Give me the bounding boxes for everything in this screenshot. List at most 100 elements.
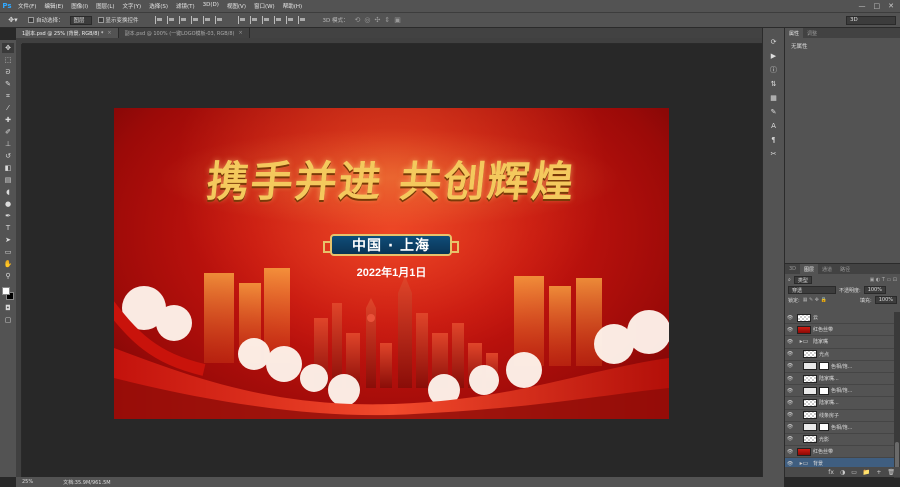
new-group-icon[interactable]: 📁: [863, 469, 870, 476]
gradient-tool-icon[interactable]: ▤: [2, 175, 14, 185]
delete-layer-icon[interactable]: 🗑: [887, 469, 895, 476]
layer-thumbnail[interactable]: [803, 350, 817, 359]
auto-select-option[interactable]: 自动选择：: [28, 16, 64, 24]
menu-item[interactable]: 帮助(H): [279, 2, 306, 10]
menu-item[interactable]: 窗口(W): [250, 2, 279, 10]
distribute-vcenter-icon[interactable]: [249, 16, 259, 24]
screen-mode-icon[interactable]: ▢: [2, 315, 14, 325]
document-canvas[interactable]: 携手并进 共创辉煌 中国 · 上海 2022年1月1日: [114, 108, 669, 419]
quick-mask-icon[interactable]: ◘: [2, 303, 14, 313]
menu-item[interactable]: 选择(S): [145, 2, 172, 10]
3d-scale-icon[interactable]: ▣: [394, 16, 401, 24]
lock-icons[interactable]: ▦ ✎ ✥ 🔒: [803, 297, 827, 303]
distribute-hcenter-icon[interactable]: [285, 16, 295, 24]
actions-panel-icon[interactable]: ▶: [769, 52, 779, 60]
quick-select-tool-icon[interactable]: ✎: [2, 79, 14, 89]
layer-thumbnail[interactable]: [803, 435, 817, 444]
3d-rotate-icon[interactable]: ⟲: [355, 16, 361, 24]
info-panel-icon[interactable]: ⓘ: [769, 66, 779, 74]
3d-slide-icon[interactable]: ⇕: [384, 16, 390, 24]
add-mask-icon[interactable]: ▭: [851, 469, 857, 476]
layers-scrollbar[interactable]: [894, 312, 900, 478]
move-tool-preset-icon[interactable]: ✥▾: [4, 15, 22, 25]
document-tab[interactable]: 1副本.psd @ 25% (背景, RGB/8) * ×: [16, 28, 119, 38]
align-hcenter-icon[interactable]: [202, 16, 212, 24]
visibility-eye-icon[interactable]: 👁: [785, 412, 795, 418]
layer-row[interactable]: 👁 云: [785, 312, 895, 325]
3d-pan-icon[interactable]: ✣: [375, 16, 381, 24]
shape-tool-icon[interactable]: ▭: [2, 247, 14, 257]
add-style-icon[interactable]: ◑: [840, 469, 845, 476]
visibility-eye-icon[interactable]: 👁: [785, 315, 795, 321]
color-swatches[interactable]: [2, 287, 14, 301]
dodge-tool-icon[interactable]: ●: [2, 199, 14, 209]
align-right-icon[interactable]: [214, 16, 224, 24]
canvas-area[interactable]: 携手并进 共创辉煌 中国 · 上海 2022年1月1日: [22, 44, 762, 477]
workspace-dropdown[interactable]: 3D: [846, 15, 896, 25]
marquee-tool-icon[interactable]: ⬚: [2, 55, 14, 65]
3d-roll-icon[interactable]: ◎: [364, 16, 370, 24]
brush-panel-icon[interactable]: ✎: [769, 108, 779, 116]
menu-item[interactable]: 文件(F): [14, 2, 40, 10]
tab-adjustments[interactable]: 调整: [803, 28, 821, 38]
visibility-eye-icon[interactable]: 👁: [785, 400, 795, 406]
maximize-button[interactable]: □: [874, 2, 881, 10]
opacity-input[interactable]: 100%: [863, 286, 886, 294]
auto-select-checkbox[interactable]: [28, 17, 34, 23]
visibility-eye-icon[interactable]: 👁: [785, 388, 795, 394]
close-tab-icon[interactable]: ×: [107, 30, 111, 36]
layer-mask-thumbnail[interactable]: [819, 386, 829, 395]
history-panel-icon[interactable]: ⟳: [769, 38, 779, 46]
layer-thumbnail[interactable]: [803, 411, 817, 420]
layer-filter-dropdown[interactable]: 类型: [793, 276, 812, 284]
layer-thumbnail[interactable]: [797, 447, 811, 456]
move-tool-icon[interactable]: ✥: [2, 43, 14, 53]
path-select-tool-icon[interactable]: ➤: [2, 235, 14, 245]
stamp-tool-icon[interactable]: ⊥: [2, 139, 14, 149]
layer-row[interactable]: 👁 光点: [785, 349, 895, 361]
crop-tool-icon[interactable]: ⌗: [2, 91, 14, 101]
layer-thumbnail[interactable]: [797, 313, 811, 322]
pen-tool-icon[interactable]: ✒: [2, 211, 14, 221]
visibility-eye-icon[interactable]: 👁: [785, 351, 795, 357]
layer-mask-thumbnail[interactable]: [819, 362, 829, 371]
align-bottom-icon[interactable]: [178, 16, 188, 24]
paragraph-panel-icon[interactable]: ¶: [769, 136, 779, 144]
foreground-color[interactable]: [2, 287, 10, 295]
zoom-tool-icon[interactable]: ⚲: [2, 271, 14, 281]
layer-row[interactable]: 👁 色相/饱...: [785, 385, 895, 398]
visibility-eye-icon[interactable]: 👁: [785, 327, 795, 333]
filter-type-icons[interactable]: ▣ ◐ T ▭ ⊡: [870, 277, 897, 283]
layer-row[interactable]: 👁 ▸▭ 陆家嘴: [785, 336, 895, 349]
tab-3d[interactable]: 3D: [785, 264, 800, 274]
menu-item[interactable]: 视图(V): [223, 2, 250, 10]
tab-paths[interactable]: 路径: [836, 264, 854, 274]
menu-item[interactable]: 文字(Y): [119, 2, 146, 10]
eyedropper-tool-icon[interactable]: ⁄: [2, 103, 14, 113]
menu-item[interactable]: 3D(D): [199, 2, 223, 10]
layer-row[interactable]: 👁 线条房子: [785, 410, 895, 422]
visibility-eye-icon[interactable]: 👁: [785, 436, 795, 442]
layer-row[interactable]: 👁 红色丝带: [785, 446, 895, 459]
layer-mask-thumbnail[interactable]: [819, 423, 829, 432]
show-transform-option[interactable]: 显示变换控件: [97, 16, 139, 24]
layer-thumbnail[interactable]: [797, 325, 811, 334]
blend-mode-dropdown[interactable]: 穿透: [788, 286, 836, 294]
layer-row[interactable]: 👁 光影: [785, 434, 895, 447]
type-tool-icon[interactable]: T: [2, 223, 14, 233]
visibility-eye-icon[interactable]: 👁: [785, 424, 795, 430]
distribute-bottom-icon[interactable]: [261, 16, 271, 24]
fill-input[interactable]: 100%: [874, 296, 897, 304]
distribute-top-icon[interactable]: [237, 16, 247, 24]
layer-row[interactable]: 👁 红色丝带: [785, 324, 895, 337]
new-layer-icon[interactable]: +: [876, 469, 881, 476]
blur-tool-icon[interactable]: ◖: [2, 187, 14, 197]
minimize-button[interactable]: —: [859, 2, 866, 10]
history-brush-icon[interactable]: ↺: [2, 151, 14, 161]
layer-thumbnail[interactable]: [803, 398, 817, 407]
eraser-tool-icon[interactable]: ◧: [2, 163, 14, 173]
zoom-level[interactable]: 25%: [22, 479, 33, 485]
visibility-eye-icon[interactable]: 👁: [785, 339, 795, 345]
visibility-eye-icon[interactable]: 👁: [785, 461, 795, 467]
character-panel-icon[interactable]: A: [769, 122, 779, 130]
